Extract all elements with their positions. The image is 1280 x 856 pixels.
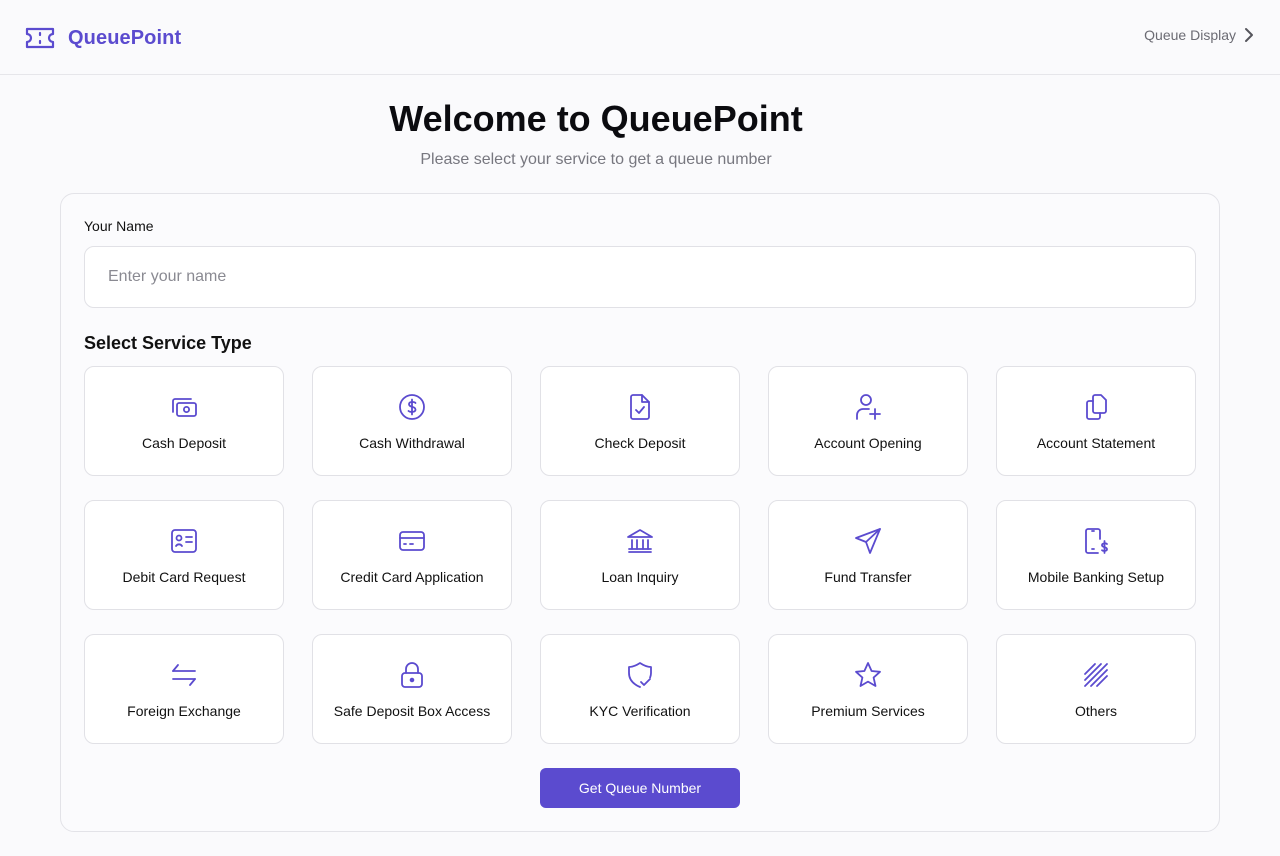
service-account-statement[interactable]: Account Statement [996,366,1196,476]
id-card-icon [170,527,198,555]
dollar-circle-icon [398,393,426,421]
credit-card-icon [398,527,426,555]
name-label: Your Name [84,218,154,234]
banknote-icon [170,393,198,421]
brand[interactable]: QueuePoint [24,24,181,52]
file-check-icon [626,393,654,421]
service-type-heading: Select Service Type [84,333,252,353]
shield-check-icon [626,661,654,689]
name-input[interactable] [84,246,1196,308]
service-label: Cash Withdrawal [359,435,465,451]
service-label: Cash Deposit [141,435,227,451]
brand-name: QueuePoint [68,26,182,49]
service-others[interactable]: Others [996,634,1196,744]
service-debit-card-request[interactable]: Debit Card Request [84,500,284,610]
service-label: Credit Card Application [340,569,484,585]
phone-dollar-icon [1082,527,1110,555]
queue-form-card: Your Name Select Service Type Cash Depos… [60,193,1220,832]
bank-icon [626,527,654,555]
service-cash-withdrawal[interactable]: Cash Withdrawal [312,366,512,476]
lock-icon [398,661,426,689]
service-mobile-banking-setup[interactable]: Mobile Banking Setup [996,500,1196,610]
service-label: Account Opening [814,435,922,451]
service-credit-card-application[interactable]: Credit Card Application [312,500,512,610]
service-cash-deposit[interactable]: Cash Deposit [84,366,284,476]
files-icon [1082,393,1110,421]
service-fund-transfer[interactable]: Fund Transfer [768,500,968,610]
service-safe-deposit-box-access[interactable]: Safe Deposit Box Access [312,634,512,744]
service-label: Check Deposit [594,435,686,451]
stripes-icon [1082,661,1110,689]
service-label: Premium Services [811,703,925,719]
star-icon [854,661,882,689]
service-foreign-exchange[interactable]: Foreign Exchange [84,634,284,744]
service-loan-inquiry[interactable]: Loan Inquiry [540,500,740,610]
service-label: Fund Transfer [824,569,912,585]
service-label: Debit Card Request [122,569,246,585]
ticket-icon [24,24,56,52]
service-kyc-verification[interactable]: KYC Verification [540,634,740,744]
service-label: Foreign Exchange [127,703,241,719]
service-label: Account Statement [1036,435,1156,451]
service-label: Safe Deposit Box Access [333,703,491,719]
send-icon [854,527,882,555]
arrows-exchange-icon [170,661,198,689]
top-bar: QueuePoint Queue Display [0,0,1280,75]
service-label: KYC Verification [589,703,691,719]
queue-display-label: Queue Display [1144,27,1236,43]
chevron-right-icon [1236,27,1254,43]
service-premium-services[interactable]: Premium Services [768,634,968,744]
page-title: Welcome to QueuePoint [389,98,803,139]
service-label: Mobile Banking Setup [1027,569,1165,585]
get-queue-number-button[interactable]: Get Queue Number [540,768,740,808]
service-grid: Cash Deposit Cash Withdrawal Check Depos… [84,366,1196,744]
service-label: Others [1074,703,1117,719]
page-subtitle: Please select your service to get a queu… [420,151,772,168]
service-check-deposit[interactable]: Check Deposit [540,366,740,476]
user-plus-icon [854,393,882,421]
service-label: Loan Inquiry [601,569,679,585]
service-account-opening[interactable]: Account Opening [768,366,968,476]
queue-display-link[interactable]: Queue Display [1144,27,1254,43]
